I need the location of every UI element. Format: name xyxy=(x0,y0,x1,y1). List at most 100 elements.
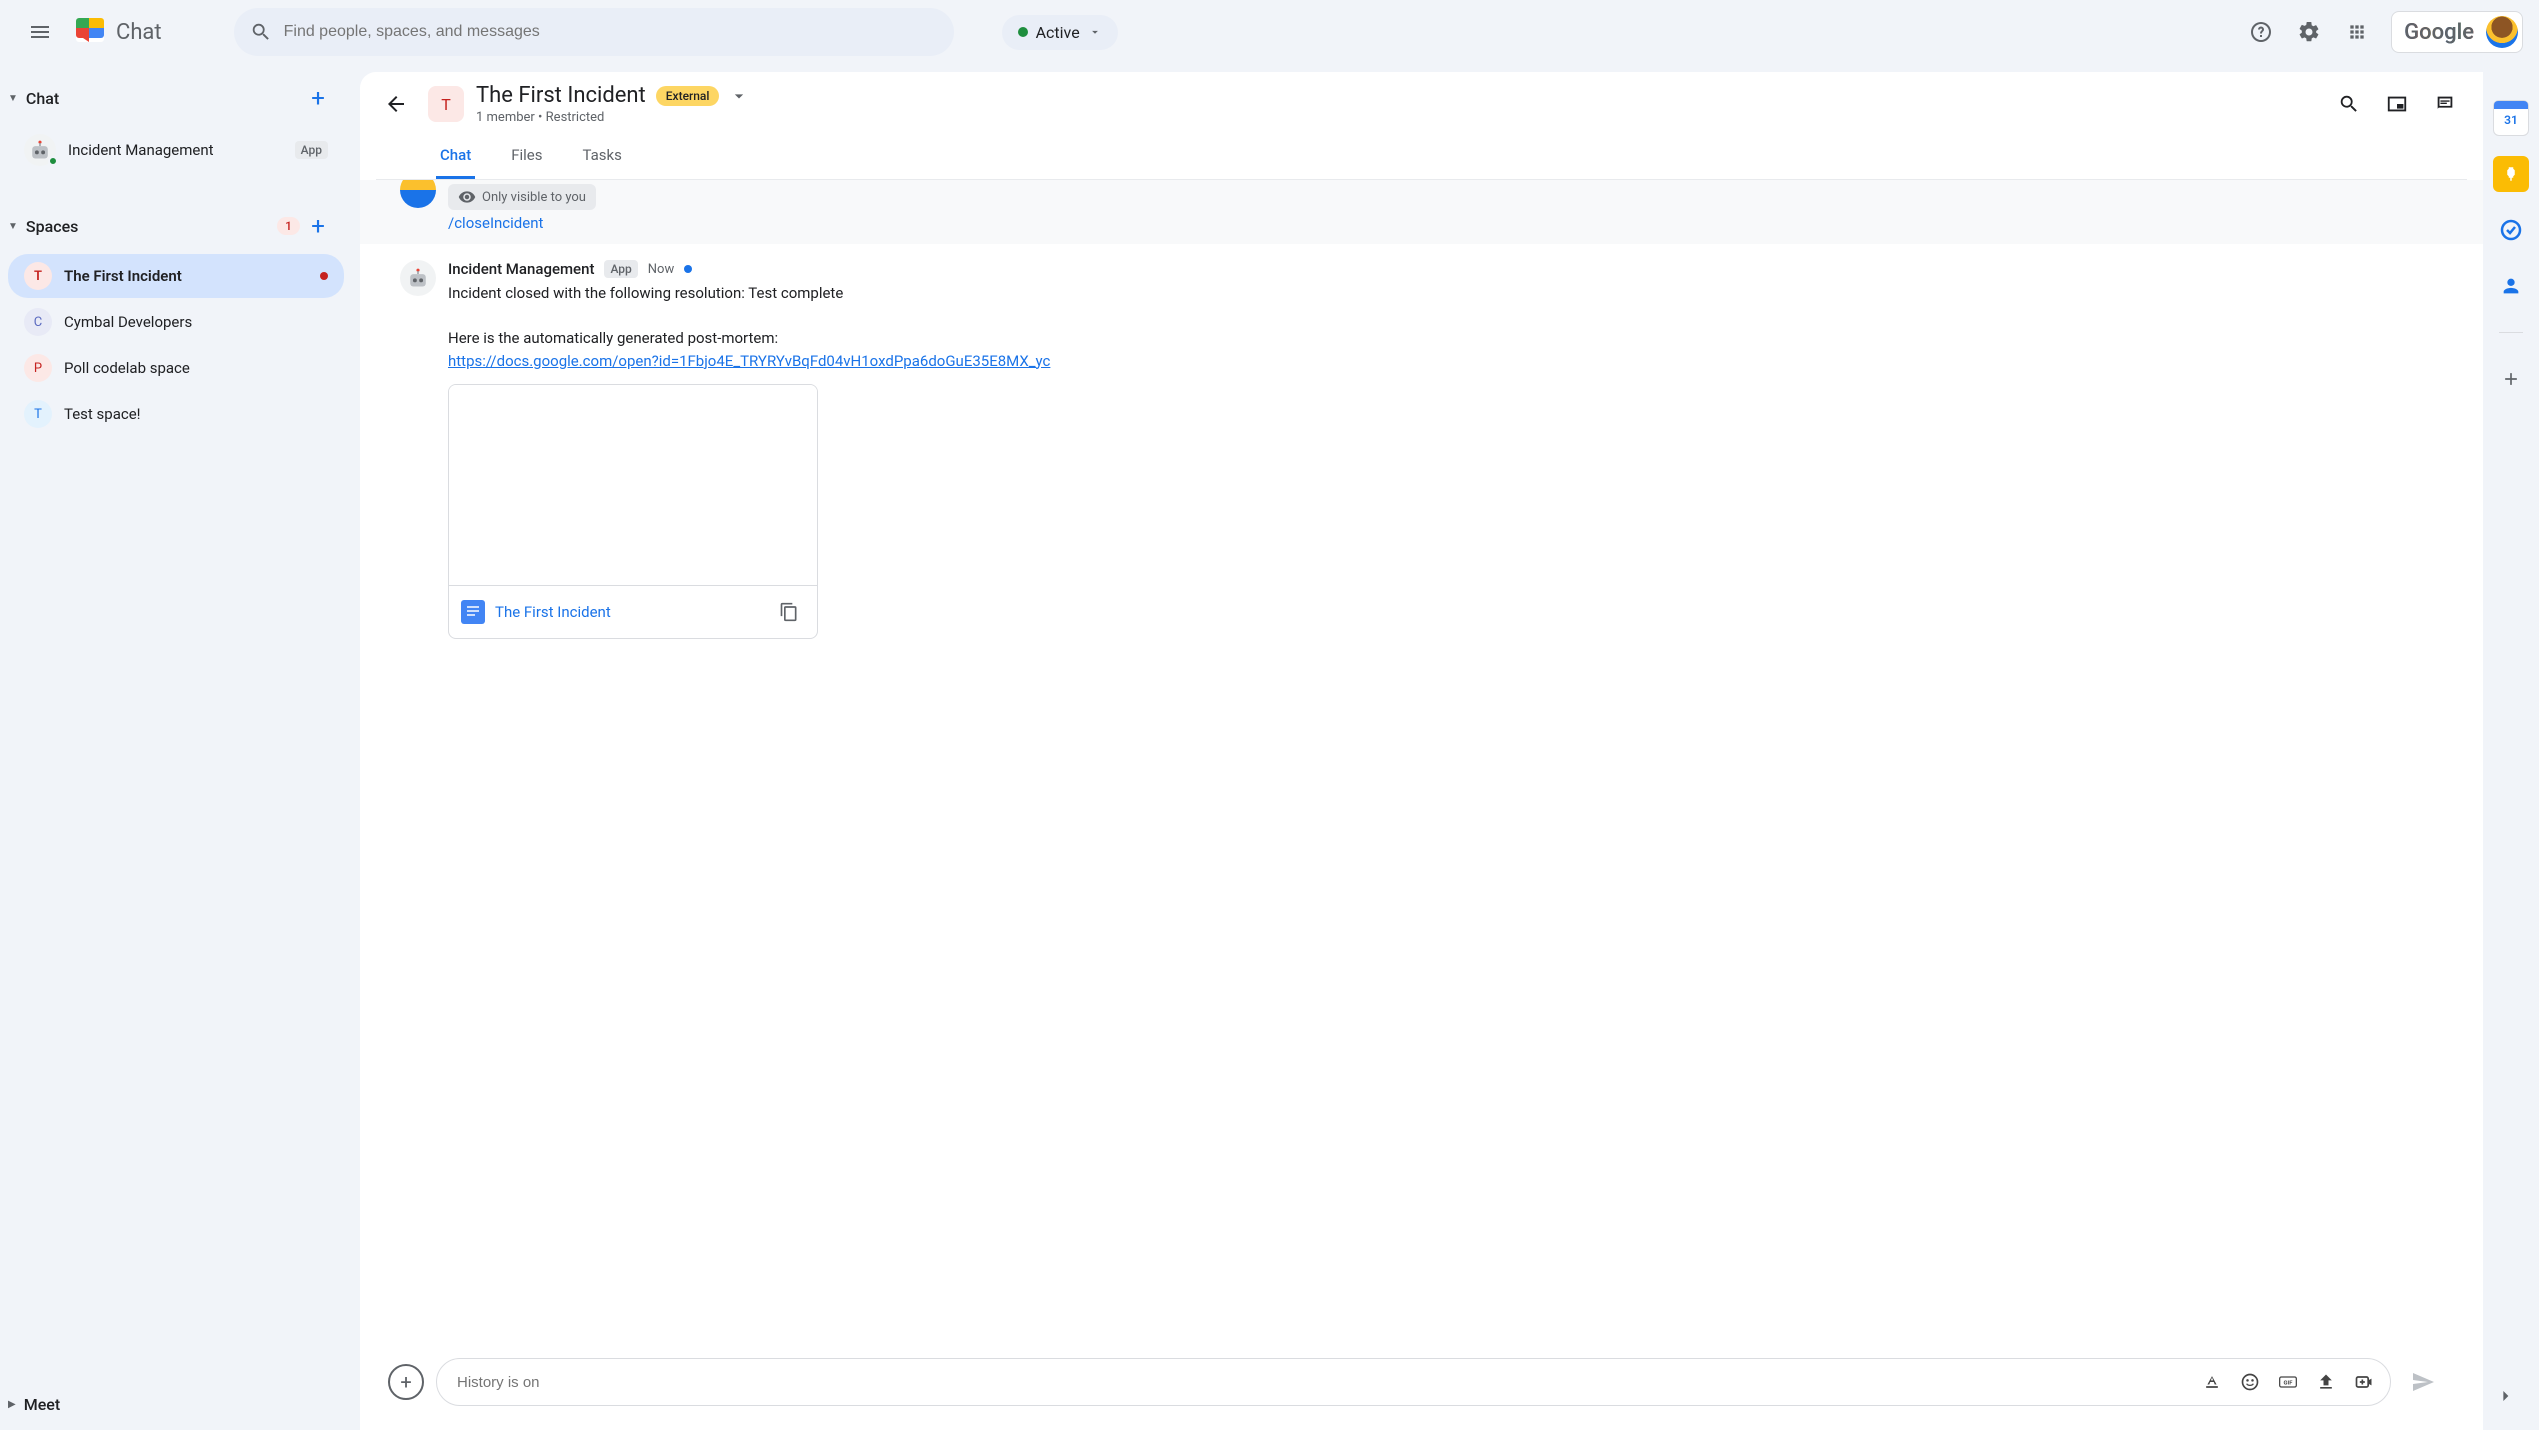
plus-icon xyxy=(2501,369,2521,389)
expand-panel-button[interactable] xyxy=(2483,1374,2527,1418)
keep-addon[interactable] xyxy=(2493,156,2529,192)
person-icon xyxy=(2500,275,2522,297)
message-line: Here is the automatically generated post… xyxy=(448,327,2443,350)
bot-avatar xyxy=(400,260,436,296)
sidebar-space-item[interactable]: C Cymbal Developers xyxy=(8,300,344,344)
tab-tasks[interactable]: Tasks xyxy=(579,138,626,179)
emoji-icon xyxy=(2240,1372,2260,1392)
chevron-down-icon xyxy=(1088,25,1102,39)
space-avatar-letter: P xyxy=(24,354,52,382)
visibility-label: Only visible to you xyxy=(482,190,586,205)
doc-preview-card[interactable]: The First Incident xyxy=(448,384,818,639)
sidebar-space-item[interactable]: T The First Incident xyxy=(8,254,344,298)
sidebar-space-item[interactable]: P Poll codelab space xyxy=(8,346,344,390)
user-message: Only visible to you /closeIncident xyxy=(360,180,2483,244)
status-label: Active xyxy=(1036,23,1080,42)
spaces-section-header[interactable]: ▼ Spaces 1 + xyxy=(0,200,352,252)
space-title: The First Incident xyxy=(476,83,646,108)
nav-label: Incident Management xyxy=(68,141,283,159)
hamburger-icon xyxy=(28,20,52,44)
rail-divider xyxy=(2499,332,2523,333)
eye-icon xyxy=(458,188,476,206)
google-account[interactable]: Google xyxy=(2391,11,2523,53)
tab-files[interactable]: Files xyxy=(507,138,546,179)
space-avatar-letter: C xyxy=(24,308,52,336)
meet-section-header[interactable]: ▶ Meet xyxy=(0,1387,352,1422)
upload-button[interactable] xyxy=(2308,1364,2344,1400)
video-icon xyxy=(2354,1372,2374,1392)
arrow-left-icon xyxy=(384,92,408,116)
topbar: Chat Active Google xyxy=(0,0,2539,64)
chat-section-header[interactable]: ▼ Chat + xyxy=(0,72,352,124)
sidebar-chat-item[interactable]: Incident Management App xyxy=(8,126,344,174)
picture-in-picture-button[interactable] xyxy=(2375,82,2419,126)
apps-button[interactable] xyxy=(2335,10,2379,54)
compose-box[interactable]: GIF xyxy=(436,1358,2391,1406)
doc-link[interactable]: https://docs.google.com/open?id=1Fbjo4E_… xyxy=(448,352,1050,370)
chat-logo-icon xyxy=(72,14,108,50)
emoji-button[interactable] xyxy=(2232,1364,2268,1400)
calendar-addon[interactable]: 31 xyxy=(2493,100,2529,136)
settings-button[interactable] xyxy=(2287,10,2331,54)
get-addons-button[interactable] xyxy=(2493,361,2529,397)
app-logo[interactable]: Chat xyxy=(72,14,162,50)
side-panel: 31 xyxy=(2483,64,2539,1430)
command-text: /closeIncident xyxy=(448,214,2443,232)
tasks-addon[interactable] xyxy=(2493,212,2529,248)
google-label: Google xyxy=(2404,20,2474,45)
search-container xyxy=(234,8,954,56)
visibility-chip: Only visible to you xyxy=(448,184,596,210)
format-icon xyxy=(2202,1372,2222,1392)
caret-down-icon: ▼ xyxy=(8,93,18,104)
new-space-button[interactable]: + xyxy=(300,208,336,244)
app-name: Chat xyxy=(116,20,162,45)
new-chat-button[interactable]: + xyxy=(300,80,336,116)
contacts-addon[interactable] xyxy=(2493,268,2529,304)
app-badge: App xyxy=(295,141,328,159)
topbar-actions: Google xyxy=(2239,10,2523,54)
caret-down-icon: ▼ xyxy=(8,221,18,232)
compose-input[interactable] xyxy=(457,1374,2194,1391)
search-icon xyxy=(2338,93,2360,115)
send-button[interactable] xyxy=(2403,1362,2443,1402)
search-icon xyxy=(250,21,272,43)
message-time: Now xyxy=(648,262,674,277)
gif-icon: GIF xyxy=(2278,1372,2298,1392)
active-status-dot xyxy=(1018,27,1028,37)
keep-icon xyxy=(2502,165,2520,183)
message-list: Only visible to you /closeIncident xyxy=(360,180,2483,1342)
space-subtitle: 1 member • Restricted xyxy=(476,110,749,125)
gear-icon xyxy=(2297,20,2321,44)
gif-button[interactable]: GIF xyxy=(2270,1364,2306,1400)
toggle-thread-button[interactable] xyxy=(2423,82,2467,126)
main-panel: T The First Incident External 1 member •… xyxy=(360,72,2483,1430)
back-button[interactable] xyxy=(376,84,416,124)
space-header: T The First Incident External 1 member •… xyxy=(360,72,2483,180)
user-avatar[interactable] xyxy=(2486,16,2518,48)
add-attachment-button[interactable]: + xyxy=(388,1364,424,1400)
send-icon xyxy=(2411,1370,2435,1394)
robot-icon xyxy=(404,264,432,292)
main-menu-button[interactable] xyxy=(16,8,64,56)
svg-text:GIF: GIF xyxy=(2284,1381,2294,1387)
format-button[interactable] xyxy=(2194,1364,2230,1400)
apps-grid-icon xyxy=(2347,22,2367,42)
nav-label: Cymbal Developers xyxy=(64,313,328,331)
status-chip[interactable]: Active xyxy=(1002,15,1118,50)
space-tabs: Chat Files Tasks xyxy=(376,126,2467,180)
copy-button[interactable] xyxy=(773,596,805,628)
space-avatar-letter: T xyxy=(24,400,52,428)
help-button[interactable] xyxy=(2239,10,2283,54)
tasks-icon xyxy=(2499,218,2523,242)
chevron-down-icon[interactable] xyxy=(729,86,749,106)
message-line: Incident closed with the following resol… xyxy=(448,282,2443,305)
doc-name: The First Incident xyxy=(495,603,763,621)
search-input[interactable] xyxy=(284,23,938,41)
help-icon xyxy=(2249,20,2273,44)
search-box[interactable] xyxy=(234,8,954,56)
sidebar-space-item[interactable]: T Test space! xyxy=(8,392,344,436)
tab-chat[interactable]: Chat xyxy=(436,138,475,179)
video-button[interactable] xyxy=(2346,1364,2382,1400)
search-in-space-button[interactable] xyxy=(2327,82,2371,126)
pip-icon xyxy=(2386,93,2408,115)
